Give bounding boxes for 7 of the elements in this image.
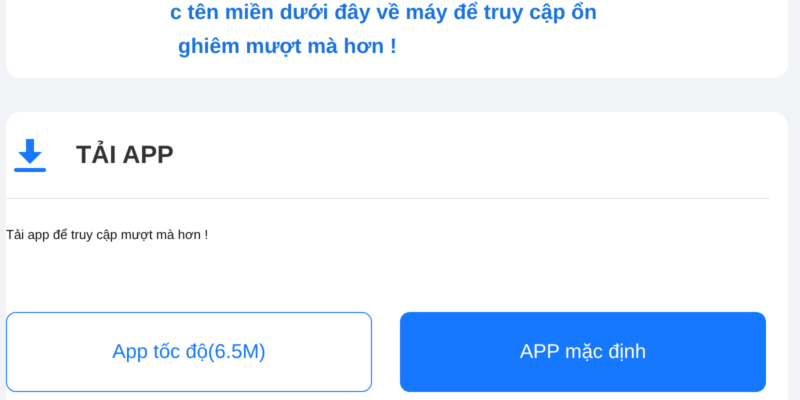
description-text: Tải app để truy cập mượt mà hơn !	[6, 227, 210, 242]
download-button[interactable]: APP mặc định	[400, 312, 766, 392]
notice-text: ghiêm mượt mà hơn !	[177, 34, 398, 60]
section-title: TẢI APP	[76, 140, 174, 170]
download-icon	[12, 137, 48, 173]
notice-text: c tên miền dưới đây về máy để truy cập ổn	[170, 0, 598, 26]
download-button[interactable]: App tốc độ(6.5M)	[6, 312, 372, 392]
